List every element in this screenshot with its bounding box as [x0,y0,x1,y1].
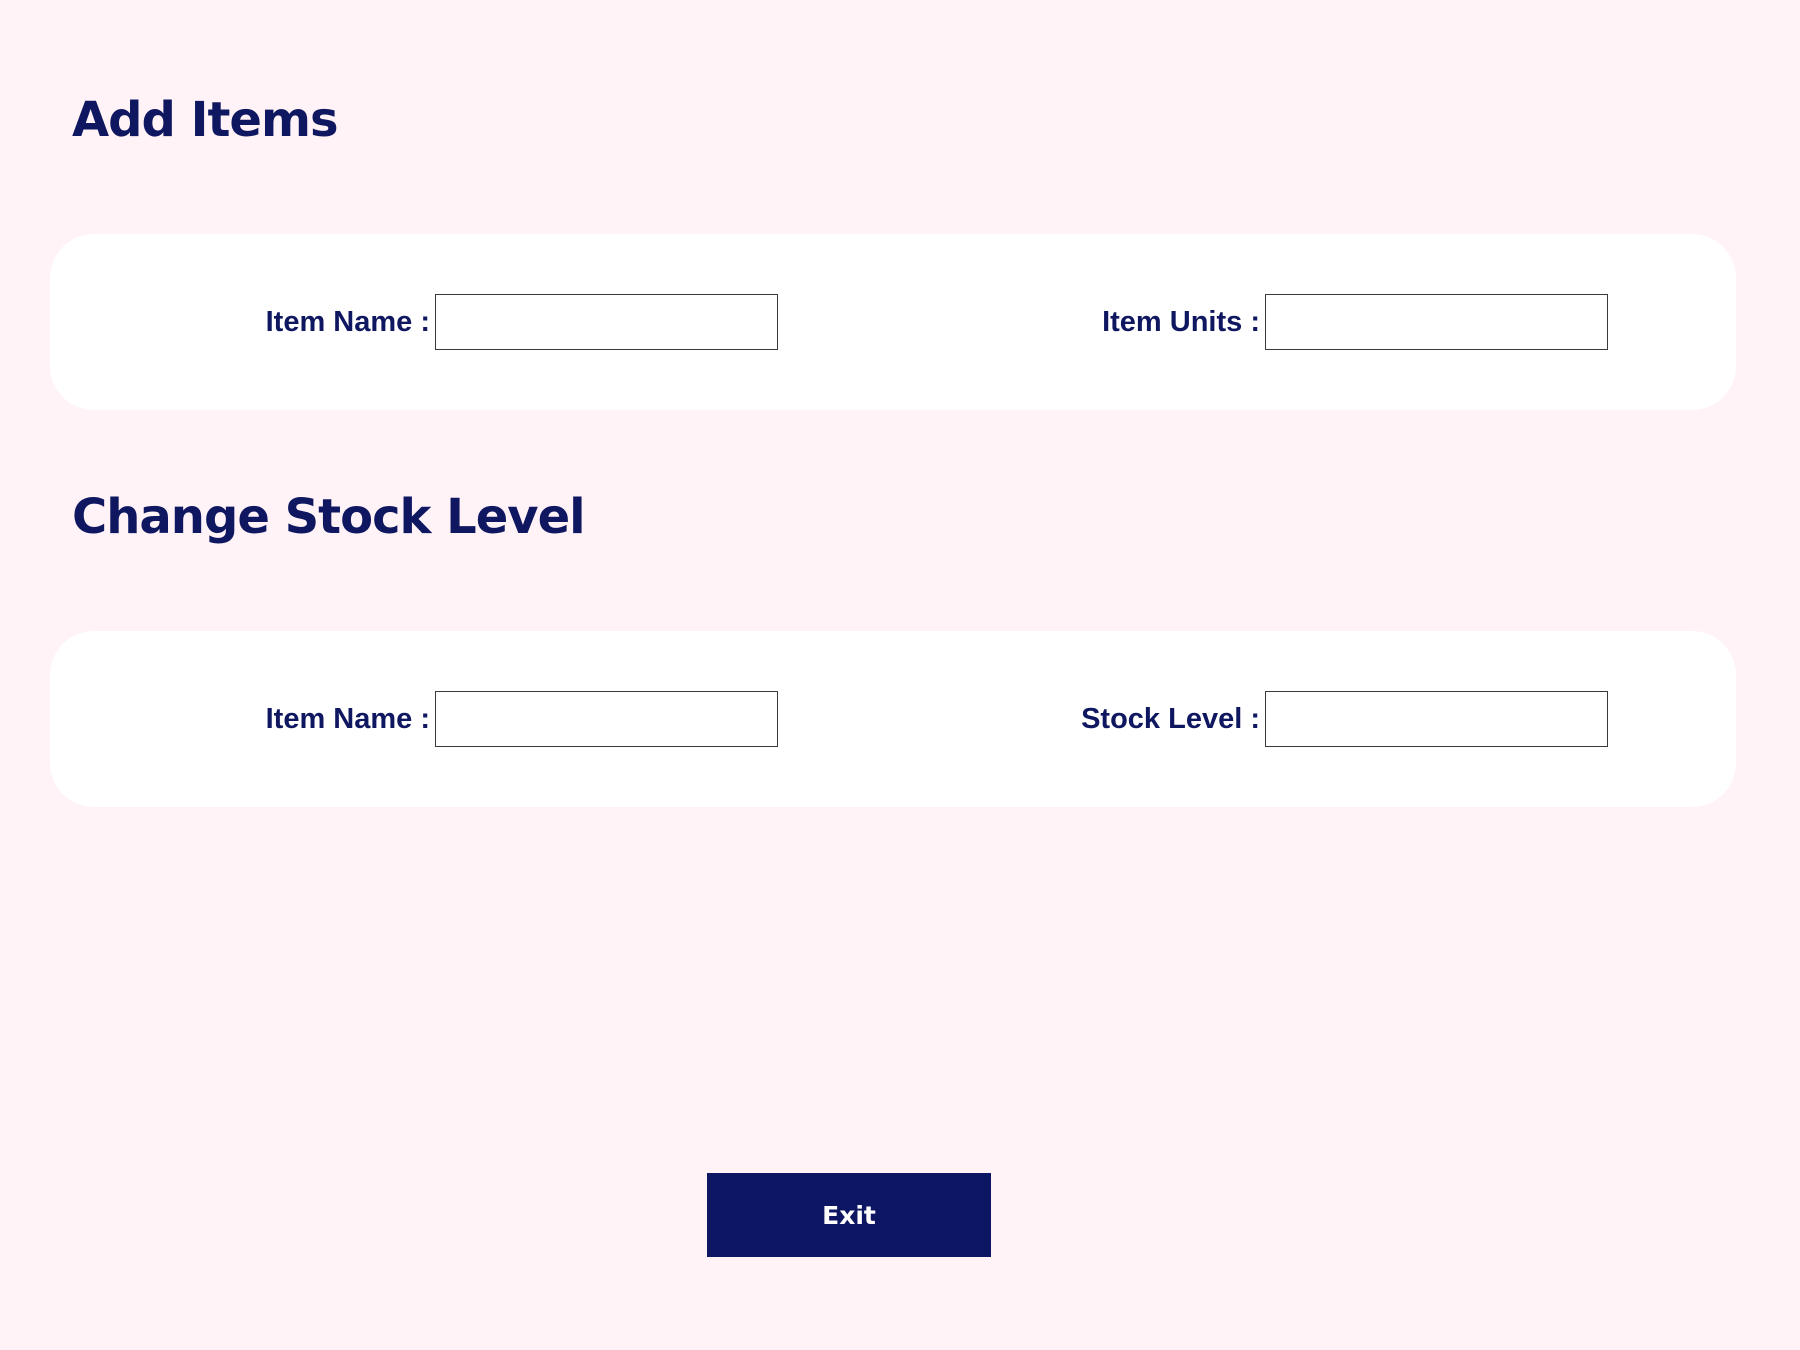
item-name-label: Item Name : [265,306,430,338]
change-stock-level-title: Change Stock Level [72,489,586,545]
add-item-name-input[interactable] [435,294,778,350]
add-items-card: Item Name : Item Units : [50,234,1736,410]
item-name-label: Item Name : [265,703,430,735]
item-units-label: Item Units : [1102,306,1260,338]
stock-level-input[interactable] [1265,691,1608,747]
change-stock-level-card: Item Name : Stock Level : [50,631,1736,807]
change-item-name-input[interactable] [435,691,778,747]
stock-level-label: Stock Level : [1081,703,1260,735]
exit-button[interactable]: Exit [707,1173,991,1257]
item-units-input[interactable] [1265,294,1608,350]
add-items-title: Add Items [72,92,339,148]
